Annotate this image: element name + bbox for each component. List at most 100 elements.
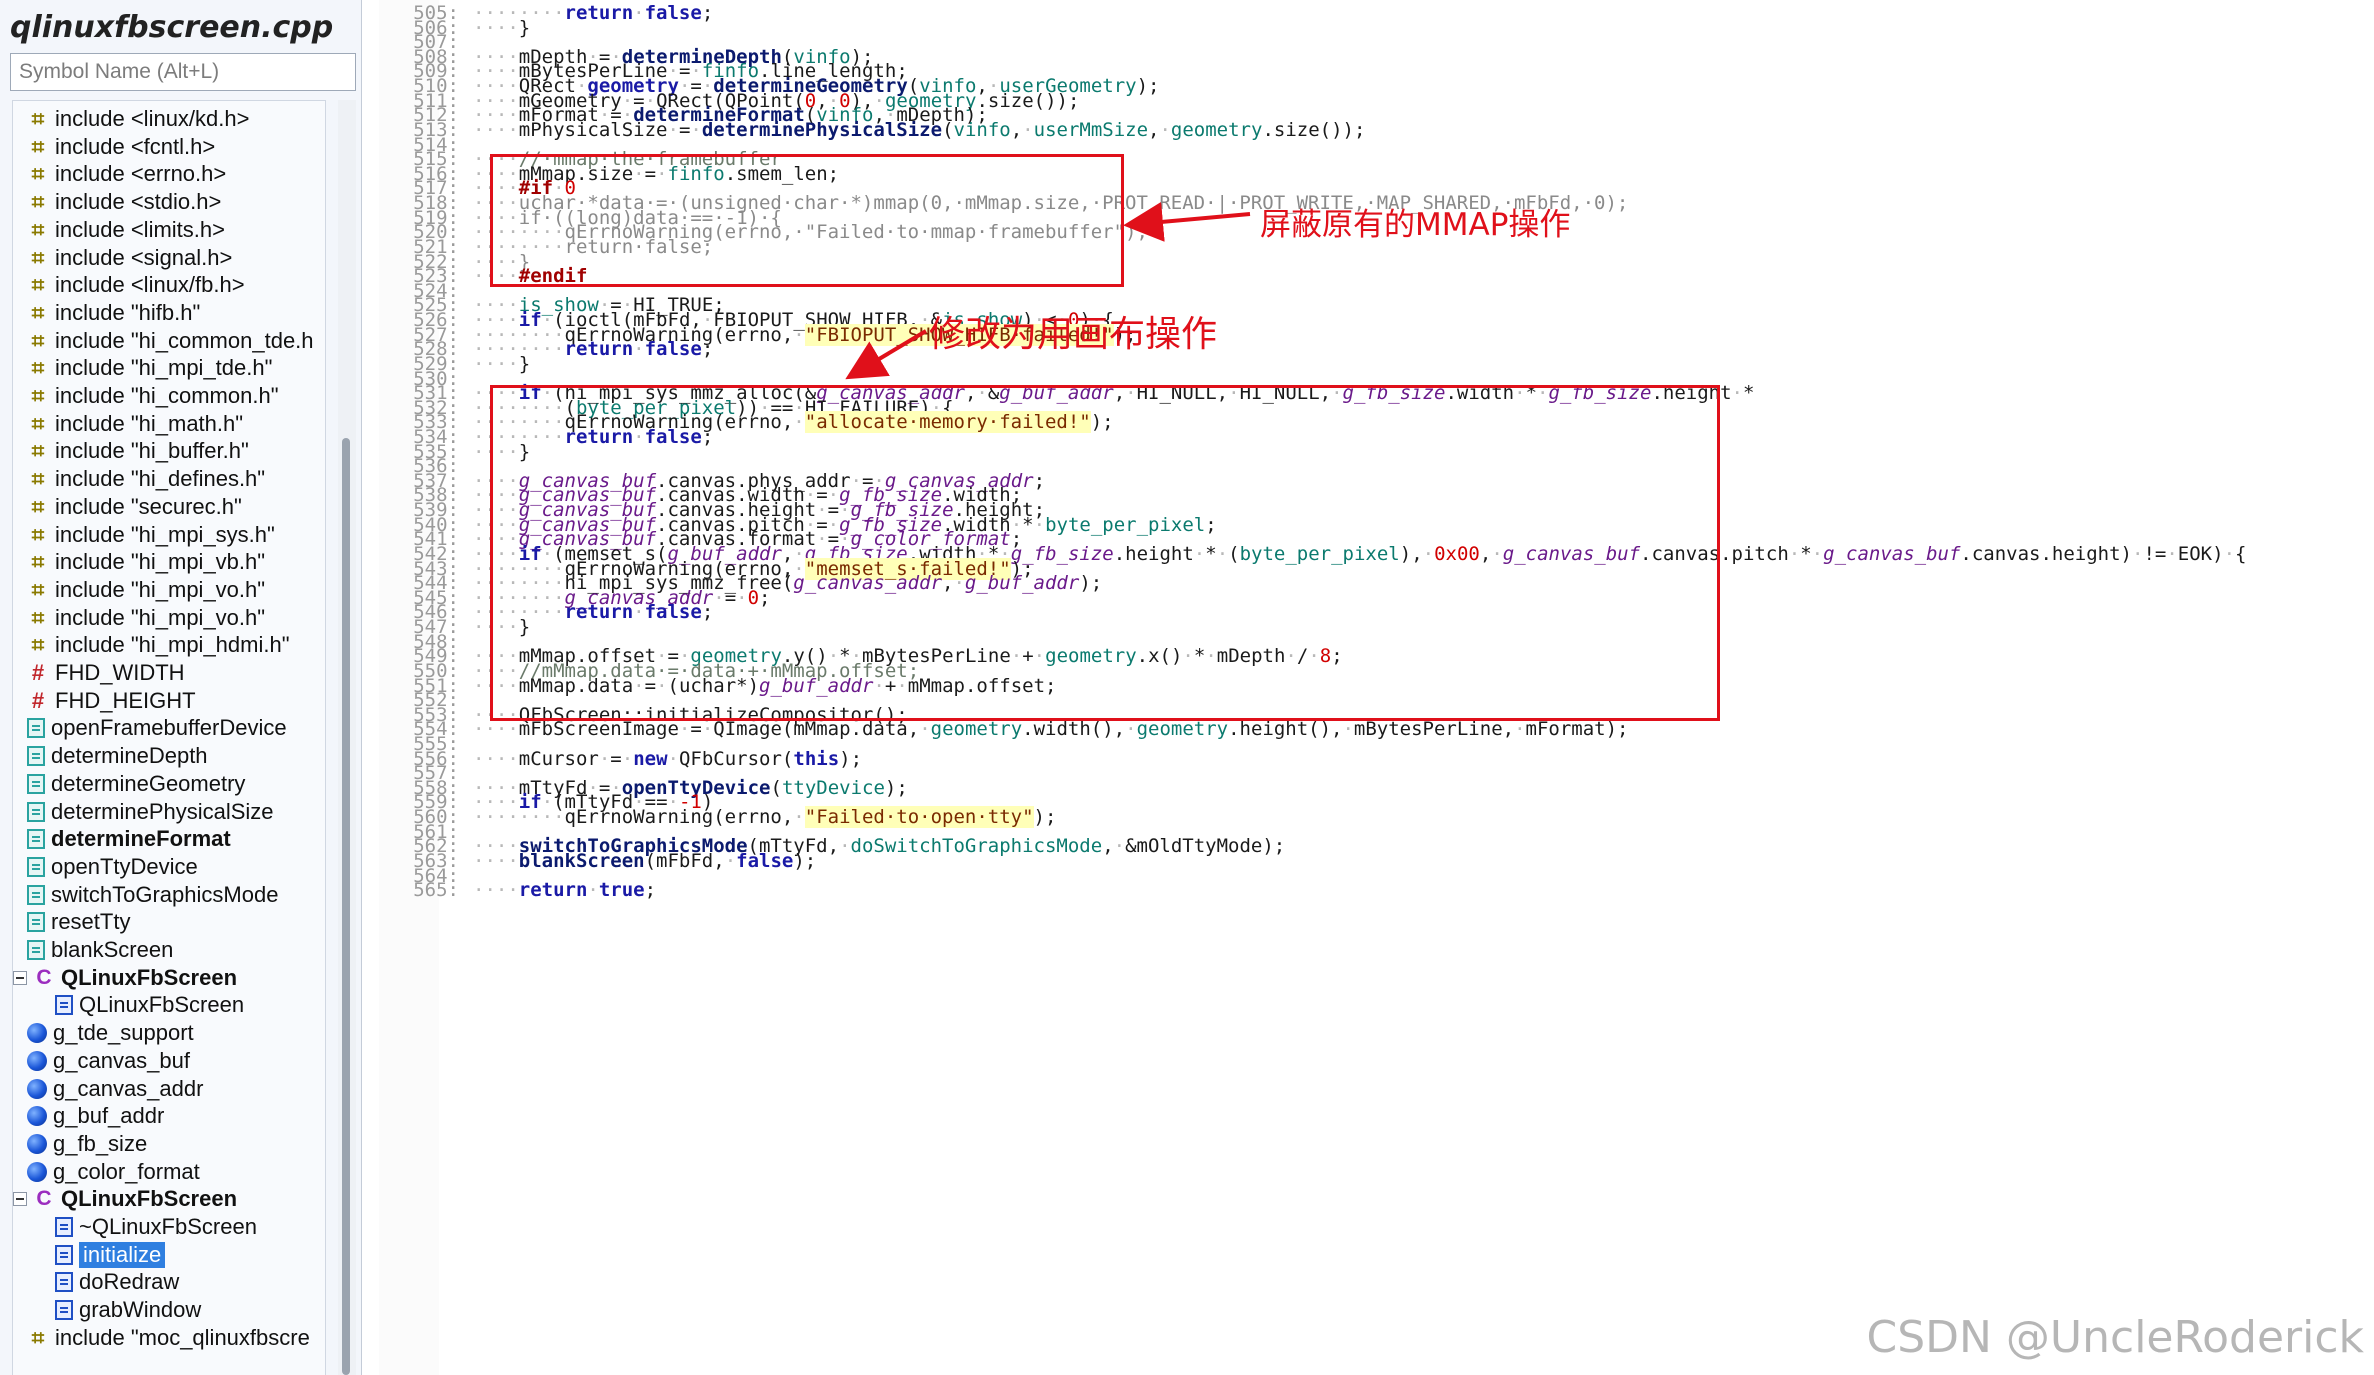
include-icon: ⌗ xyxy=(31,549,45,575)
symbol-tree-item[interactable]: ⌗ include "hi_buffer.h" xyxy=(13,437,325,465)
symbol-tree-item-label: include "hi_common_tde.h xyxy=(55,327,314,353)
symbol-tree-item-label: determineGeometry xyxy=(51,770,246,796)
include-icon: ⌗ xyxy=(31,632,45,658)
symbol-tree-item[interactable]: ⌗ include "moc_qlinuxfbscre xyxy=(13,1324,325,1352)
symbol-tree-item[interactable]: ⌗ include <stdio.h> xyxy=(13,188,325,216)
method-icon xyxy=(55,1272,73,1293)
variable-icon xyxy=(27,1106,47,1127)
include-icon: ⌗ xyxy=(31,133,45,159)
symbol-tree-item-label: include <limits.h> xyxy=(55,216,225,242)
symbol-tree-item[interactable]: ⌗ include "hi_mpi_vo.h" xyxy=(13,604,325,632)
symbol-tree-item-label: include <signal.h> xyxy=(55,244,233,270)
symbol-tree-item-label: include "hi_mpi_vb.h" xyxy=(55,549,266,575)
symbol-tree-item-label: include "hi_buffer.h" xyxy=(55,438,249,464)
include-icon: ⌗ xyxy=(31,216,45,242)
symbol-tree-item-label: include "hi_common.h" xyxy=(55,383,279,408)
symbol-tree-item-label: g_fb_size xyxy=(53,1130,148,1156)
symbol-tree-item-label: blankScreen xyxy=(51,937,174,962)
symbol-tree-item[interactable]: ⌗ include "hi_mpi_vo.h" xyxy=(13,576,325,604)
variable-icon xyxy=(27,1133,47,1154)
symbol-tree-item[interactable]: g_canvas_buf xyxy=(13,1047,325,1075)
variable-icon xyxy=(27,1161,47,1182)
function-icon xyxy=(27,801,45,822)
symbol-tree-item[interactable]: g_buf_addr xyxy=(13,1102,325,1130)
method-icon xyxy=(55,1244,73,1265)
symbol-tree-item-label: include <stdio.h> xyxy=(55,189,222,215)
symbol-tree-item[interactable]: ⌗ include "hifb.h" xyxy=(13,299,325,327)
symbol-tree-item[interactable]: C QLinuxFbScreen xyxy=(13,964,325,992)
symbol-tree-item[interactable]: QLinuxFbScreen xyxy=(13,991,325,1019)
symbol-tree-item[interactable]: ⌗ include "hi_common_tde.h xyxy=(13,327,325,355)
symbol-tree-item-label: grabWindow xyxy=(79,1297,202,1323)
symbol-tree-item[interactable]: g_fb_size xyxy=(13,1130,325,1158)
symbol-tree-item[interactable]: ⌗ include "hi_mpi_hdmi.h" xyxy=(13,631,325,659)
symbol-sidebar: qlinuxfbscreen.cpp ⌗ include <linux/kd.h>… xyxy=(0,0,362,1375)
symbol-tree-item[interactable]: blankScreen xyxy=(13,936,325,964)
symbol-tree-item[interactable]: # FHD_WIDTH xyxy=(13,659,325,687)
symbol-tree-item-label: g_buf_addr xyxy=(53,1103,165,1129)
symbol-tree-item[interactable]: g_tde_support xyxy=(13,1019,325,1047)
symbol-tree-item-label: g_tde_support xyxy=(53,1020,194,1046)
symbol-tree-item-label: FHD_HEIGHT xyxy=(55,687,196,713)
symbol-tree-item[interactable]: switchToGraphicsMode xyxy=(13,881,325,909)
symbol-tree-item[interactable]: ⌗ include "hi_common.h" xyxy=(13,382,325,410)
symbol-tree-item[interactable]: ⌗ include "hi_math.h" xyxy=(13,410,325,438)
symbol-tree-item[interactable]: ⌗ include <limits.h> xyxy=(13,216,325,244)
symbol-tree-item[interactable]: ⌗ include <signal.h> xyxy=(13,244,325,272)
symbol-tree-item-label: include "hi_mpi_sys.h" xyxy=(55,521,275,547)
symbol-tree-item[interactable]: determineDepth xyxy=(13,742,325,770)
file-title: qlinuxfbscreen.cpp xyxy=(10,10,334,45)
symbol-tree-item[interactable]: C QLinuxFbScreen xyxy=(13,1185,325,1213)
symbol-tree-item[interactable]: ⌗ include "hi_defines.h" xyxy=(13,465,325,493)
class-icon: C xyxy=(36,1187,52,1211)
symbol-tree-item[interactable]: ⌗ include "hi_mpi_vb.h" xyxy=(13,548,325,576)
symbol-tree-item[interactable]: doRedraw xyxy=(13,1268,325,1296)
symbol-tree-item[interactable]: resetTty xyxy=(13,908,325,936)
include-icon: ⌗ xyxy=(31,189,45,215)
variable-icon xyxy=(27,1050,47,1071)
symbol-tree-item[interactable]: openTtyDevice xyxy=(13,853,325,881)
code-editor[interactable]: 505: ········return·false; 506: ····} 507: 50… xyxy=(363,0,2374,1375)
symbol-tree-item-label: include "hifb.h" xyxy=(55,299,201,325)
symbol-tree-item-label: ~QLinuxFbScreen xyxy=(79,1214,257,1239)
symbol-tree-item[interactable]: initialize xyxy=(13,1241,325,1269)
symbol-tree-item[interactable]: ⌗ include "hi_mpi_tde.h" xyxy=(13,354,325,382)
include-icon: ⌗ xyxy=(31,604,45,630)
symbol-tree-item[interactable]: ⌗ include "securec.h" xyxy=(13,493,325,521)
include-icon: ⌗ xyxy=(31,272,45,298)
symbol-tree-item[interactable]: # FHD_HEIGHT xyxy=(13,687,325,715)
symbol-tree-item-label: include <errno.h> xyxy=(55,161,227,187)
symbol-tree-item[interactable]: ⌗ include <linux/kd.h> xyxy=(13,105,325,133)
symbol-tree-item[interactable]: determineGeometry xyxy=(13,770,325,798)
symbol-tree-item[interactable]: ⌗ include <linux/fb.h> xyxy=(13,271,325,299)
symbol-tree-item[interactable]: g_color_format xyxy=(13,1158,325,1186)
symbol-tree-item[interactable]: determinePhysicalSize xyxy=(13,798,325,826)
symbol-tree-item-label: include "hi_math.h" xyxy=(55,410,244,436)
symbol-tree-item[interactable]: openFramebufferDevice xyxy=(13,714,325,742)
include-icon: ⌗ xyxy=(31,1324,45,1350)
symbol-tree-item-label: g_canvas_buf xyxy=(53,1047,190,1073)
symbol-tree-item-label: include "hi_mpi_vo.h" xyxy=(55,604,266,630)
symbol-tree-item-label: QLinuxFbScreen xyxy=(79,992,245,1018)
function-icon xyxy=(27,746,45,767)
function-icon xyxy=(27,773,45,794)
symbol-tree-item-label: FHD_WIDTH xyxy=(55,660,185,685)
symbol-tree-item[interactable]: determineFormat xyxy=(13,825,325,853)
symbol-tree-item[interactable]: ⌗ include <fcntl.h> xyxy=(13,133,325,161)
tree-scrollbar[interactable] xyxy=(338,100,356,1375)
symbol-tree-item[interactable]: ⌗ include "hi_mpi_sys.h" xyxy=(13,521,325,549)
collapse-toggle-icon[interactable] xyxy=(13,970,27,985)
function-icon xyxy=(27,718,45,739)
symbol-tree-item[interactable]: grabWindow xyxy=(13,1296,325,1324)
tree-scrollbar-thumb[interactable] xyxy=(342,438,350,1375)
symbol-tree-item[interactable]: ~QLinuxFbScreen xyxy=(13,1213,325,1241)
symbol-tree: ⌗ include <linux/kd.h> ⌗ include <fcntl.h> ⌗… xyxy=(12,100,326,1375)
collapse-toggle-icon[interactable] xyxy=(13,1192,27,1207)
symbol-tree-item[interactable]: ⌗ include <errno.h> xyxy=(13,160,325,188)
symbol-tree-item[interactable]: g_canvas_addr xyxy=(13,1075,325,1103)
symbol-tree-item-label: determinePhysicalSize xyxy=(51,798,274,824)
include-icon: ⌗ xyxy=(31,410,45,436)
symbol-tree-item-label: g_canvas_addr xyxy=(53,1075,204,1101)
include-icon: ⌗ xyxy=(31,161,45,187)
symbol-search-input[interactable] xyxy=(10,53,356,91)
